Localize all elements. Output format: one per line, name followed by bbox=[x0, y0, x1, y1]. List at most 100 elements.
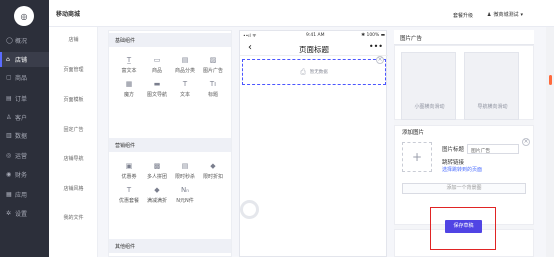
sidebar-item-finance[interactable]: ◉ 财务 bbox=[0, 167, 49, 182]
component-label: 图文导航 bbox=[146, 91, 167, 98]
image-placeholder-icon: ⎙ bbox=[300, 67, 306, 76]
user-menu[interactable]: ♟ 微商城测试 ▾ bbox=[487, 11, 523, 19]
component-title[interactable]: Tı 标题 bbox=[199, 77, 227, 101]
sidebar-item-label: 店铺 bbox=[15, 57, 28, 64]
sidebar-item-data[interactable]: ▥ 数据 bbox=[0, 128, 49, 143]
template-small-slide[interactable]: 小图横向滑动 bbox=[401, 52, 456, 120]
component-n-yuan-n-items[interactable]: Nₙ N元N件 bbox=[171, 183, 199, 207]
settings-title: 图片广告 bbox=[400, 36, 423, 42]
choose-jump-page-link[interactable]: 选择跳转到的页面 bbox=[442, 166, 482, 173]
basic-components-title: 基础组件 bbox=[109, 33, 231, 47]
component-full-reduction[interactable]: ◆ 满减满折 bbox=[143, 183, 171, 207]
circle-icon: ◯ bbox=[6, 37, 13, 44]
template-nav-slide[interactable]: 导航横向滑动 bbox=[464, 52, 519, 120]
sidebar-item-label: 财务 bbox=[15, 172, 28, 179]
sidebar-item-label: 概况 bbox=[15, 38, 28, 45]
component-image-ad[interactable]: ▨ 图片广告 bbox=[199, 53, 227, 77]
apps-icon: ▦ bbox=[6, 191, 12, 198]
category-icon: ▤ bbox=[181, 55, 189, 64]
component-coupon[interactable]: ▣ 优惠券 bbox=[115, 159, 143, 183]
selected-image-ad-block[interactable]: ⎙ 暂无数据 bbox=[242, 59, 386, 85]
component-goods[interactable]: ▭ 商品 bbox=[143, 53, 171, 77]
app-frame: ◎ ◯ 概况 ⌂ 店铺 ▢ 商品 ▤ 订单 ♙ 客户 ▥ 数据 ◎ 运营 ◉ 财务 ▦ 应用 ✲ 设… bbox=[0, 0, 554, 257]
drag-handle[interactable] bbox=[240, 200, 259, 219]
add-background-button[interactable]: 添加一个背景图 bbox=[402, 183, 526, 194]
subnav-item-navigation[interactable]: 店铺导航 bbox=[49, 155, 98, 162]
more-icon[interactable]: ••• bbox=[369, 42, 383, 51]
sidebar-item-overview[interactable]: ◯ 概况 bbox=[0, 33, 49, 48]
component-flash-sale[interactable]: ▤ 限时秒杀 bbox=[171, 159, 199, 183]
component-cube[interactable]: ▦ 魔方 bbox=[115, 77, 143, 101]
scroll-thumb[interactable] bbox=[549, 75, 552, 85]
store-icon: ⌂ bbox=[6, 56, 10, 63]
component-label: 优惠套餐 bbox=[118, 197, 139, 204]
flash-icon: ▤ bbox=[181, 161, 189, 170]
package-icon: T bbox=[126, 185, 132, 194]
upgrade-link[interactable]: 套餐升级 bbox=[453, 12, 473, 19]
component-richtext[interactable]: T̲ 富文本 bbox=[115, 53, 143, 77]
sidebar-item-customers[interactable]: ♙ 客户 bbox=[0, 110, 49, 125]
image-title-input[interactable]: 图片广告 bbox=[467, 144, 519, 154]
component-nav[interactable]: ▬ 图文导航 bbox=[143, 77, 171, 101]
component-label: 富文本 bbox=[121, 67, 137, 74]
empty-placeholder-text: 暂无数据 bbox=[309, 70, 328, 75]
component-category[interactable]: ▤ 商品分类 bbox=[171, 53, 199, 77]
subnav-item-store[interactable]: 店铺 bbox=[49, 36, 98, 43]
component-limited-discount[interactable]: ◆ 限时折扣 bbox=[199, 159, 227, 183]
phone-status-bar: ••ıl ᯤ 9:41 AM ✱ 100% ▬ bbox=[240, 31, 388, 41]
sidebar-item-store[interactable]: ⌂ 店铺 bbox=[0, 52, 49, 67]
user-icon: ♙ bbox=[6, 114, 12, 121]
component-label: 文本 bbox=[179, 91, 190, 98]
basic-components-grid: T̲ 富文本 ▭ 商品 ▤ 商品分类 ▨ 图片广告 ▦ 魔方 ▬ 图文导航 T 文本 Tı 标题 bbox=[115, 53, 229, 101]
component-label: 图片广告 bbox=[202, 67, 223, 74]
coin-icon: ◉ bbox=[6, 171, 12, 178]
template-label: 小图横向滑动 bbox=[414, 104, 445, 110]
marketing-components-title: 营销组件 bbox=[109, 138, 231, 152]
richtext-icon: T̲ bbox=[126, 55, 132, 64]
subnav-item-files[interactable]: 我的文件 bbox=[49, 214, 98, 221]
sidebar-item-settings[interactable]: ✲ 设置 bbox=[0, 206, 49, 221]
component-label: 多人拼团 bbox=[146, 173, 167, 180]
sidebar-item-operations[interactable]: ◎ 运营 bbox=[0, 148, 49, 163]
sidebar-item-label: 数据 bbox=[15, 133, 28, 140]
subnav-item-templates[interactable]: 页面模板 bbox=[49, 96, 98, 103]
store-subnav: 店铺 页面管理 页面模板 固定广告 店铺导航 店铺风格 我的文件 bbox=[49, 27, 98, 257]
components-panel: 基础组件 T̲ 富文本 ▭ 商品 ▤ 商品分类 ▨ 图片广告 ▦ 魔方 ▬ 图文导航 T 文本… bbox=[108, 30, 232, 257]
sidebar-item-goods[interactable]: ▢ 商品 bbox=[0, 70, 49, 85]
sidebar-item-orders[interactable]: ▤ 订单 bbox=[0, 91, 49, 106]
sidebar-item-label: 应用 bbox=[15, 192, 28, 199]
battery-status: ✱ 100% ▬ bbox=[361, 33, 385, 38]
sidebar-item-apps[interactable]: ▦ 应用 bbox=[0, 187, 49, 202]
component-package[interactable]: T 优惠套餐 bbox=[115, 183, 143, 207]
subnav-item-pages[interactable]: 页面管理 bbox=[49, 66, 98, 73]
image-title-label: 图片标题 bbox=[442, 147, 465, 153]
carrier-signal: ••ıl ᯤ bbox=[243, 34, 257, 39]
page-title: 页面标题 bbox=[299, 45, 329, 54]
subnav-item-style[interactable]: 店铺风格 bbox=[49, 185, 98, 192]
user-name: 微商城测试 bbox=[493, 12, 519, 18]
goods-icon: ▭ bbox=[153, 55, 161, 64]
component-label: 限时秒杀 bbox=[174, 173, 195, 180]
sidebar-item-label: 设置 bbox=[15, 211, 28, 218]
upload-image-slot[interactable]: + bbox=[402, 142, 432, 172]
subnav-item-ads[interactable]: 固定广告 bbox=[49, 126, 98, 133]
chart-icon: ▥ bbox=[6, 132, 12, 139]
component-group-buy[interactable]: ▩ 多人拼团 bbox=[143, 159, 171, 183]
sidebar-item-label: 商品 bbox=[15, 75, 28, 82]
sidebar-item-label: 订单 bbox=[15, 96, 28, 103]
component-label: 魔方 bbox=[123, 91, 134, 98]
phone-preview: ••ıl ᯤ 9:41 AM ✱ 100% ▬ ‹ 页面标题 ••• ⎙ 暂无数… bbox=[239, 30, 388, 257]
add-image-title: 添加图片 bbox=[402, 130, 425, 136]
page-scrollbar[interactable] bbox=[546, 27, 554, 257]
component-text[interactable]: T 文本 bbox=[171, 77, 199, 101]
component-label: 商品分类 bbox=[174, 67, 195, 74]
phone-nav-bar: ‹ 页面标题 ••• bbox=[240, 41, 388, 56]
component-label: N元N件 bbox=[176, 197, 194, 204]
close-icon[interactable]: × bbox=[376, 56, 384, 64]
remove-image-icon[interactable]: × bbox=[522, 138, 530, 146]
component-label: 优惠券 bbox=[121, 173, 137, 180]
save-draft-button[interactable]: 保存草稿 bbox=[445, 220, 482, 233]
tag-icon: ◆ bbox=[210, 161, 216, 170]
main-sidebar: ◎ ◯ 概况 ⌂ 店铺 ▢ 商品 ▤ 订单 ♙ 客户 ▥ 数据 ◎ 运营 ◉ 财务 ▦ 应用 ✲ 设… bbox=[0, 0, 49, 257]
logo[interactable]: ◎ bbox=[14, 6, 34, 26]
